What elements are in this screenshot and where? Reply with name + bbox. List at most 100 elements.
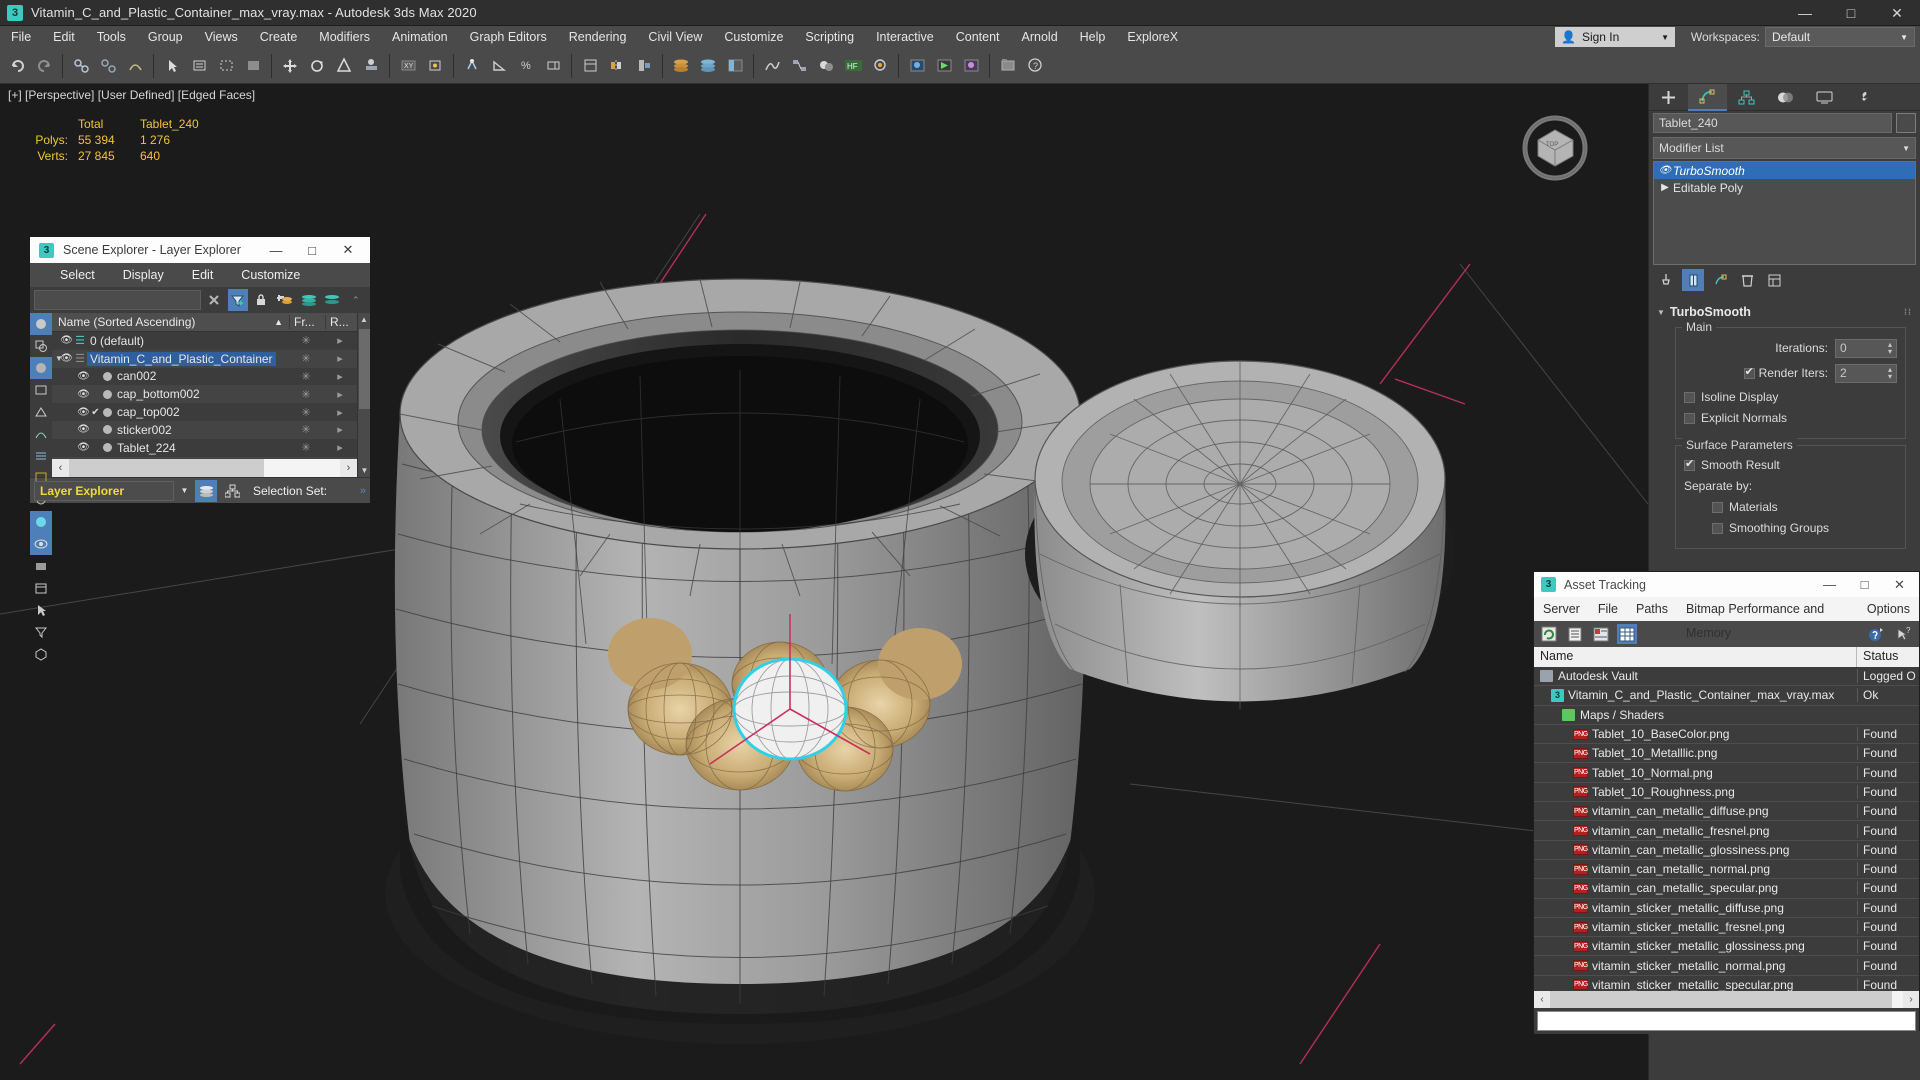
render-iterative-icon[interactable] — [958, 53, 984, 79]
viewport[interactable]: [+] [Perspective] [User Defined] [Edged … — [0, 84, 1648, 1080]
object-color-swatch[interactable] — [1896, 113, 1916, 133]
modifier-visibility-eye-icon[interactable]: 👁 — [1657, 165, 1673, 176]
edit-named-selection-sets-icon[interactable] — [577, 53, 603, 79]
close-button[interactable]: ✕ — [1874, 0, 1920, 26]
scroll-thumb[interactable] — [1550, 991, 1893, 1008]
expand-triangle-icon[interactable]: ▶ — [1657, 182, 1673, 193]
render-setup-icon[interactable] — [867, 53, 893, 79]
minimize-button[interactable]: — — [1812, 572, 1847, 597]
display-lights-icon[interactable] — [30, 379, 52, 401]
render-cell[interactable]: ▸ — [323, 441, 357, 454]
sort-layers-icon[interactable] — [322, 289, 343, 311]
object-name-field[interactable] — [1653, 113, 1892, 133]
add-layer-icon[interactable] — [275, 289, 296, 311]
lock-icon[interactable] — [251, 289, 272, 311]
make-unique-icon[interactable] — [1709, 269, 1731, 291]
menu-item-modifiers[interactable]: Modifiers — [308, 26, 381, 48]
asset-row[interactable]: Autodesk Vault Logged O — [1534, 667, 1919, 687]
se-menu-item-select[interactable]: Select — [46, 268, 109, 282]
menu-item-animation[interactable]: Animation — [381, 26, 459, 48]
param-checkbox[interactable] — [1743, 365, 1755, 379]
display-frozen-icon[interactable] — [30, 577, 52, 599]
mirror-icon[interactable] — [604, 53, 630, 79]
asset-row[interactable]: 3 Vitamin_C_and_Plastic_Container_max_vra… — [1534, 686, 1919, 706]
layers-icon[interactable] — [298, 289, 319, 311]
param-spinner[interactable]: 2 ▴ ▾ — [1835, 363, 1897, 383]
filter-icon[interactable] — [227, 289, 249, 311]
menu-item-graph-editors[interactable]: Graph Editors — [459, 26, 558, 48]
select-and-scale-icon[interactable] — [331, 53, 357, 79]
vertical-scrollbar[interactable]: ▲ ▼ — [357, 313, 370, 477]
visibility-eye-icon[interactable]: 👁 — [77, 407, 90, 418]
toggle-scene-explorer-icon[interactable] — [722, 53, 748, 79]
visibility-eye-icon[interactable]: 👁 — [60, 335, 73, 346]
tab-utilities[interactable] — [1844, 84, 1883, 111]
visibility-eye-icon[interactable]: 👁 — [77, 424, 90, 435]
scroll-thumb[interactable] — [69, 459, 265, 477]
bind-space-warp-icon[interactable] — [122, 53, 148, 79]
asset-path-field[interactable] — [1537, 1011, 1916, 1031]
whats-this-icon[interactable]: ? — [1894, 624, 1914, 644]
param-checkbox[interactable] — [1684, 412, 1695, 424]
maximize-button[interactable]: □ — [294, 237, 330, 263]
asset-row[interactable]: PNG Tablet_10_BaseColor.png Found — [1534, 725, 1919, 745]
menu-item-help[interactable]: Help — [1069, 26, 1117, 48]
list-view-icon[interactable] — [1565, 624, 1585, 644]
configure-modifier-sets-icon[interactable] — [1763, 269, 1785, 291]
render-cell[interactable]: ▸ — [323, 352, 357, 365]
modifier-stack[interactable]: 👁 TurboSmooth ▶ Editable Poly — [1653, 161, 1916, 265]
display-shapes-icon[interactable] — [30, 357, 52, 379]
open-explorer-icon[interactable] — [995, 53, 1021, 79]
scene-explorer-row[interactable]: ▼ 👁 ☰ Vitamin_C_and_Plastic_Container ✳ ▸ — [52, 349, 357, 368]
display-none-icon[interactable] — [30, 313, 52, 335]
scene-explorer-row[interactable]: 👁 can002 ✳ ▸ — [52, 368, 357, 386]
tab-motion[interactable] — [1766, 84, 1805, 111]
scene-explorer-row[interactable]: 👁 Tablet_224 ✳ ▸ — [52, 439, 357, 457]
modifier-stack-item[interactable]: ▶ Editable Poly — [1654, 179, 1915, 196]
asset-row[interactable]: PNG vitamin_can_metallic_fresnel.png Found — [1534, 821, 1919, 841]
refresh-icon[interactable] — [1539, 624, 1559, 644]
render-cell[interactable]: ▸ — [323, 334, 357, 347]
horizontal-scrollbar[interactable]: ‹ › — [52, 459, 357, 477]
column-header-frozen[interactable]: Fr... — [289, 315, 325, 329]
pin-stack-icon[interactable] — [1655, 269, 1677, 291]
scroll-right-icon[interactable]: › — [340, 462, 357, 474]
frozen-cell[interactable]: ✳ — [289, 406, 323, 419]
display-selected-icon[interactable] — [30, 599, 52, 621]
menu-item-rendering[interactable]: Rendering — [558, 26, 638, 48]
frozen-cell[interactable]: ✳ — [289, 352, 323, 365]
asset-row[interactable]: PNG vitamin_sticker_metallic_glossiness.p… — [1534, 937, 1919, 957]
chevron-down-icon[interactable]: ▼ — [178, 486, 191, 495]
material-editor-icon[interactable] — [813, 53, 839, 79]
asset-row[interactable]: PNG Tablet_10_Roughness.png Found — [1534, 783, 1919, 803]
se-menu-item-edit[interactable]: Edit — [178, 268, 228, 282]
param-checkbox-row[interactable]: Smoothing Groups — [1684, 519, 1897, 537]
at-menu-item-server[interactable]: Server — [1534, 597, 1589, 621]
unlink-selection-icon[interactable] — [95, 53, 121, 79]
column-header-name[interactable]: Name — [1534, 647, 1857, 667]
asset-row[interactable]: PNG vitamin_can_metallic_normal.png Found — [1534, 860, 1919, 880]
menu-item-file[interactable]: File — [0, 26, 42, 48]
close-button[interactable]: ✕ — [330, 237, 366, 263]
scroll-track[interactable] — [1550, 991, 1903, 1008]
spinner-snap-icon[interactable] — [540, 53, 566, 79]
scroll-left-icon[interactable]: ‹ — [52, 462, 69, 474]
minimize-button[interactable]: — — [1782, 0, 1828, 26]
menu-item-civil-view[interactable]: Civil View — [637, 26, 713, 48]
visibility-eye-icon[interactable]: 👁 — [77, 371, 90, 382]
select-and-rotate-icon[interactable] — [304, 53, 330, 79]
curve-editor-icon[interactable] — [759, 53, 785, 79]
view-cube[interactable]: TOP — [1520, 112, 1590, 182]
scene-explorer-icon[interactable] — [695, 53, 721, 79]
param-checkbox[interactable] — [1684, 457, 1695, 471]
scene-explorer-row[interactable]: 👁 cap_bottom002 ✳ ▸ — [52, 385, 357, 404]
modifier-stack-item[interactable]: 👁 TurboSmooth — [1654, 162, 1915, 179]
scroll-right-icon[interactable]: › — [1903, 994, 1919, 1005]
window-crossing-icon[interactable] — [240, 53, 266, 79]
snaps-toggle-icon[interactable] — [459, 53, 485, 79]
column-header-render[interactable]: R... — [325, 315, 357, 329]
frozen-cell[interactable]: ✳ — [289, 441, 323, 454]
maximize-button[interactable]: □ — [1828, 0, 1874, 26]
param-checkbox-row[interactable]: Smooth Result — [1684, 456, 1897, 474]
render-cell[interactable]: ▸ — [323, 388, 357, 401]
